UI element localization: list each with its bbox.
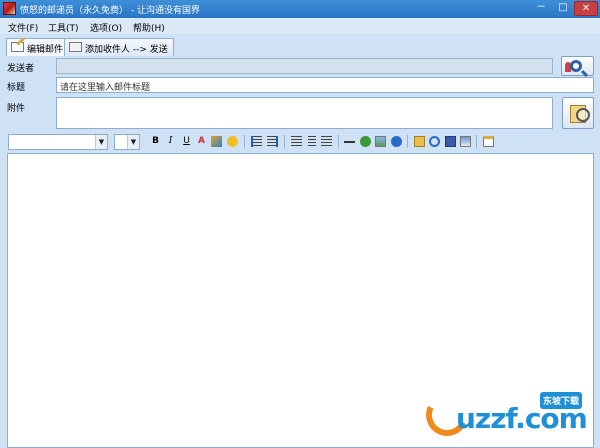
pencil-note-icon	[483, 136, 494, 147]
font-size-select[interactable]: ▼	[114, 134, 140, 150]
tab-edit-mail-label: 编辑邮件	[27, 45, 64, 55]
link-icon	[360, 136, 371, 147]
insert-web-button[interactable]	[390, 135, 403, 148]
chevron-down-icon: ▼	[127, 135, 139, 149]
horizontal-rule-button[interactable]	[343, 135, 356, 148]
emoticon-button[interactable]	[226, 135, 239, 148]
title-bar: 愤怒的邮递员（永久免费） - 让沟通没有国界 － □ ✕	[0, 0, 600, 18]
outdent-button[interactable]	[250, 135, 263, 148]
indent-icon	[267, 136, 278, 147]
tab-add-recipients-label: 添加收件人 --> 发送	[85, 45, 168, 55]
export-icon	[460, 136, 471, 147]
font-color-button[interactable]: A	[195, 135, 208, 148]
subject-label: 标题	[7, 83, 26, 93]
tab-add-recipients[interactable]: 添加收件人 --> 发送	[64, 38, 174, 56]
sender-label: 发送者	[7, 64, 35, 74]
menu-bar: 文件(F) 工具(T) 选项(O) 帮助(H)	[0, 18, 600, 34]
search-icon	[570, 60, 582, 72]
maximize-button[interactable]: □	[552, 1, 574, 16]
highlight-color-button[interactable]	[210, 135, 223, 148]
app-icon	[3, 2, 16, 15]
toolbar-separator	[476, 135, 477, 148]
subject-input[interactable]: 请在这里输入邮件标题	[56, 77, 594, 93]
insert-link-button[interactable]	[359, 135, 372, 148]
attachment-label: 附件	[7, 104, 26, 114]
open-file-button[interactable]	[413, 135, 426, 148]
underline-button[interactable]: U	[180, 135, 193, 148]
select-sender-button[interactable]	[561, 56, 594, 76]
outdent-icon	[251, 136, 262, 147]
globe-icon	[391, 136, 402, 147]
toolbar-separator	[338, 135, 339, 148]
toolbar-separator	[244, 135, 245, 148]
align-left-icon	[291, 136, 302, 147]
bold-button[interactable]: B	[149, 135, 162, 148]
menu-options[interactable]: 选项(O)	[90, 21, 122, 34]
horizontal-rule-icon	[344, 141, 355, 143]
magnifier-icon	[429, 136, 440, 147]
watermark-badge: 东坡下载	[540, 392, 583, 409]
toolbar-separator	[407, 135, 408, 148]
attachment-field[interactable]	[56, 97, 553, 129]
italic-button[interactable]: I	[164, 135, 177, 148]
menu-tools[interactable]: 工具(T)	[48, 21, 79, 34]
toolbar-separator	[284, 135, 285, 148]
tab-bar: 编辑邮件 添加收件人 --> 发送	[0, 34, 600, 56]
minimize-button[interactable]: －	[530, 1, 552, 16]
align-right-button[interactable]	[320, 135, 333, 148]
site-watermark: uzzf.com 东坡下载	[418, 386, 598, 446]
envelope-icon	[69, 42, 82, 52]
align-center-icon	[307, 136, 316, 147]
indent-button[interactable]	[266, 135, 279, 148]
align-right-icon	[321, 136, 332, 147]
close-button[interactable]: ✕	[574, 1, 598, 16]
image-icon	[375, 136, 386, 147]
align-left-button[interactable]	[290, 135, 303, 148]
edit-mail-icon	[11, 42, 24, 52]
insert-image-button[interactable]	[374, 135, 387, 148]
highlight-icon	[211, 136, 222, 147]
align-center-button[interactable]	[305, 135, 318, 148]
menu-help[interactable]: 帮助(H)	[133, 21, 165, 34]
tab-edit-mail[interactable]: 编辑邮件	[6, 38, 70, 56]
menu-file[interactable]: 文件(F)	[8, 21, 38, 34]
floppy-disk-icon	[445, 136, 456, 147]
save-button[interactable]	[444, 135, 457, 148]
attach-search-icon	[570, 105, 590, 123]
emoticon-icon	[227, 136, 238, 147]
preview-button[interactable]	[428, 135, 441, 148]
window-title: 愤怒的邮递员（永久免费） - 让沟通没有国界	[20, 6, 200, 16]
sender-field[interactable]	[56, 58, 553, 74]
folder-icon	[414, 136, 425, 147]
chevron-down-icon: ▼	[95, 135, 107, 149]
source-edit-button[interactable]	[482, 135, 495, 148]
font-name-select[interactable]: ▼	[8, 134, 108, 150]
export-button[interactable]	[459, 135, 472, 148]
add-attachment-button[interactable]	[562, 97, 594, 129]
